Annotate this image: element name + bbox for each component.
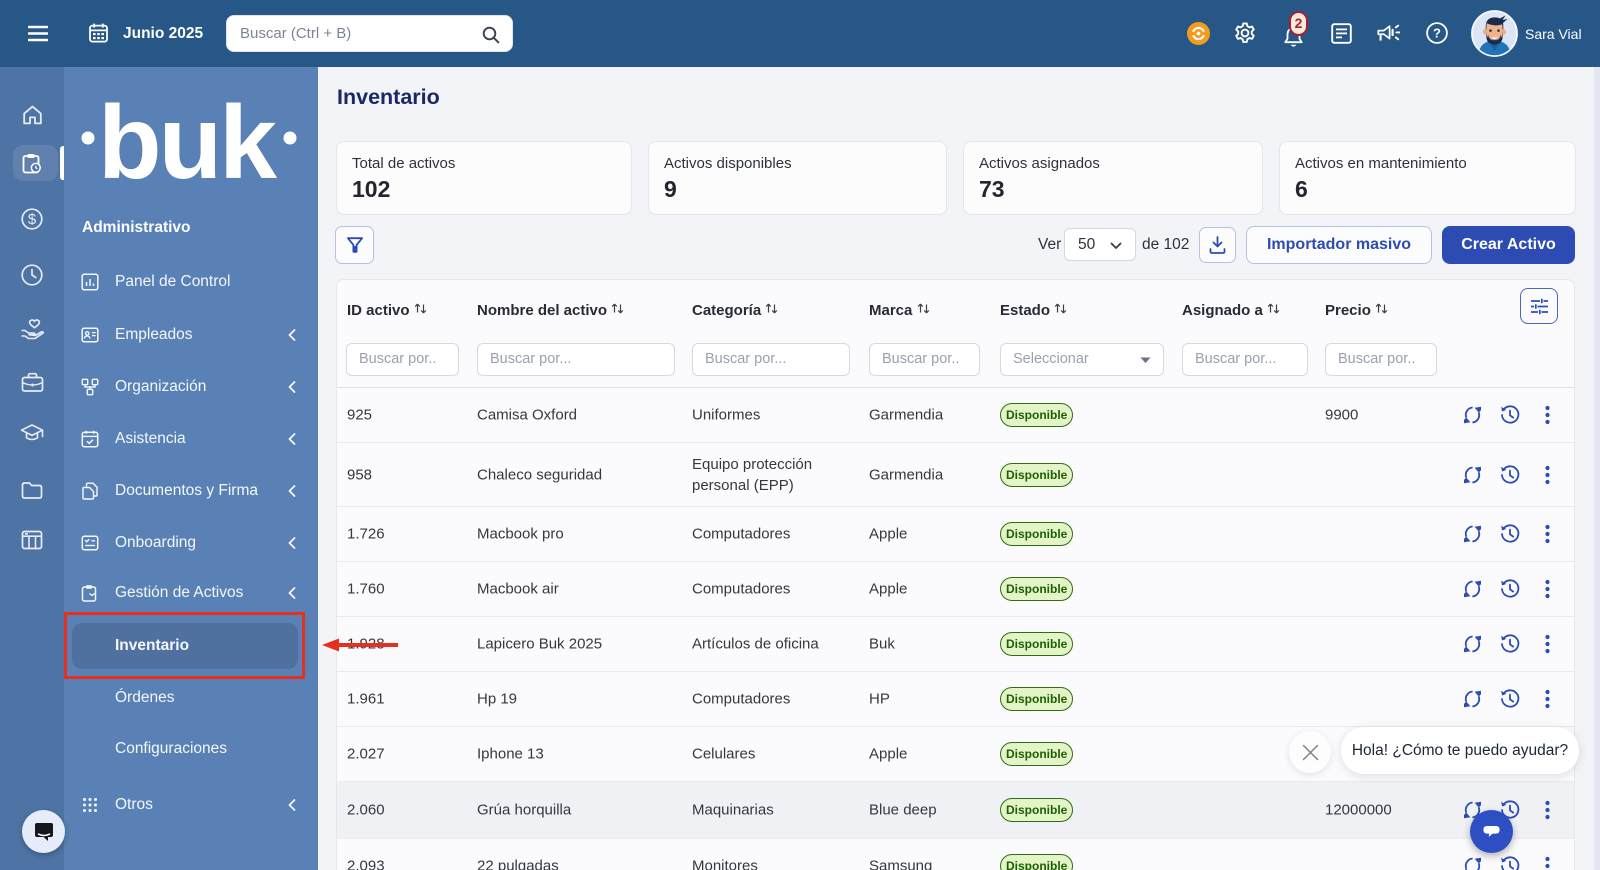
svg-text:buk: buk (98, 87, 277, 201)
svg-text:?: ? (1433, 26, 1441, 41)
svg-text:$: $ (28, 211, 37, 228)
